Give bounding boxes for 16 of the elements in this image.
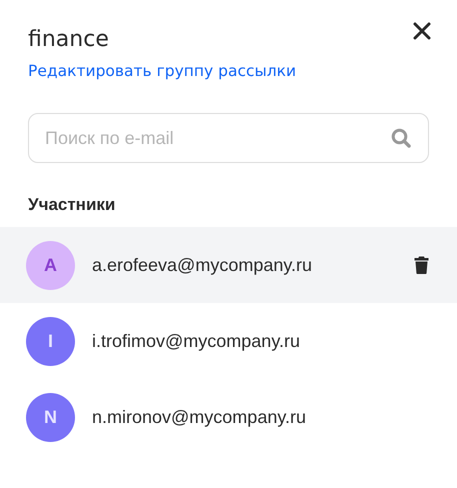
trash-icon[interactable] bbox=[414, 256, 429, 274]
avatar: A bbox=[26, 240, 75, 290]
section-title: Участники bbox=[28, 195, 116, 215]
search-icon bbox=[391, 128, 411, 148]
edit-group-link[interactable]: Редактировать группу рассылки bbox=[28, 62, 296, 80]
close-icon[interactable] bbox=[413, 22, 431, 40]
member-email: i.trofimov@mycompany.ru bbox=[92, 330, 301, 352]
member-row[interactable]: A a.erofeeva@mycompany.ru bbox=[0, 227, 457, 303]
member-row[interactable]: N n.mironov@mycompany.ru bbox=[0, 379, 457, 455]
member-row[interactable]: I i.trofimov@mycompany.ru bbox=[0, 303, 457, 379]
search-field[interactable]: Поиск по e-mail bbox=[28, 113, 429, 163]
avatar: I bbox=[26, 316, 75, 366]
group-title: finance bbox=[28, 26, 109, 54]
member-email: a.erofeeva@mycompany.ru bbox=[92, 254, 314, 276]
member-email: n.mironov@mycompany.ru bbox=[92, 406, 308, 428]
avatar: N bbox=[26, 392, 75, 442]
